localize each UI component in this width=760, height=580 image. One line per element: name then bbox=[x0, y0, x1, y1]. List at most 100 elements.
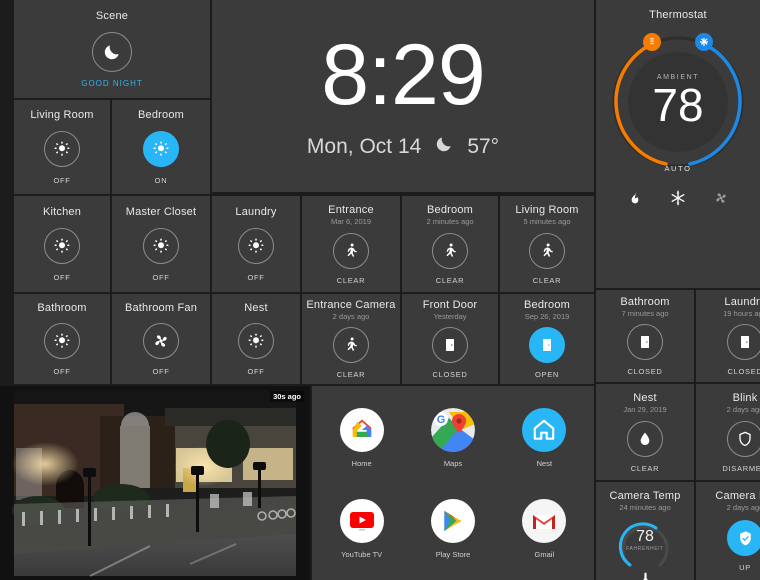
app-label: Home bbox=[351, 458, 372, 468]
fan-mode-icon[interactable] bbox=[713, 190, 729, 211]
app-shortcut-home[interactable]: Home bbox=[316, 392, 407, 483]
clock-time: 8:29 bbox=[321, 27, 485, 123]
shield-icon[interactable] bbox=[727, 420, 760, 457]
sensor-tile-bedroom-motion[interactable]: Bedroom 2 minutes ago CLEAR bbox=[402, 196, 498, 292]
sensor-tile-blink[interactable]: Blink 2 days ago DISARMED bbox=[696, 384, 760, 480]
light-tile-bedroom[interactable]: Bedroom ON bbox=[112, 100, 210, 194]
clock-meta: Mon, Oct 14 57° bbox=[307, 134, 499, 160]
door-icon[interactable] bbox=[727, 324, 760, 360]
light-tile-bathroom-fan[interactable]: Bathroom Fan OFF bbox=[112, 294, 210, 384]
tile-timestamp: Sep 26, 2019 bbox=[524, 312, 570, 321]
tile-state: CLEAR bbox=[532, 275, 562, 285]
door-icon[interactable] bbox=[627, 324, 663, 360]
tile-title: Nest bbox=[244, 302, 268, 314]
sensor-tile-entrance-camera[interactable]: Entrance Camera 2 days ago CLEAR bbox=[302, 294, 400, 384]
thermostat-title: Thermostat bbox=[649, 9, 707, 21]
temperature-gauge: 78 FAHRENHEIT bbox=[616, 516, 674, 574]
light-tile-kitchen[interactable]: Kitchen OFF bbox=[14, 196, 110, 292]
tile-timestamp: 24 minutes ago bbox=[619, 503, 671, 512]
fan-icon[interactable] bbox=[143, 323, 179, 359]
tile-state: CLEAR bbox=[336, 275, 366, 285]
light-icon[interactable] bbox=[238, 323, 274, 359]
tile-title: Bedroom bbox=[523, 299, 571, 311]
smart-home-dashboard: Scene GOOD NIGHT 8:29 Mon, Oct 14 57° Th… bbox=[0, 0, 760, 580]
tile-state: CLOSED bbox=[727, 367, 760, 376]
app-label: Gmail bbox=[534, 549, 555, 559]
gauge-value: 78 bbox=[636, 528, 654, 545]
gmail-icon bbox=[522, 498, 567, 543]
app-shortcut-gmail[interactable]: Gmail bbox=[499, 483, 590, 574]
camera-feed-tile[interactable]: 30s ago bbox=[0, 386, 310, 580]
light-tile-laundry[interactable]: Laundry OFF bbox=[212, 196, 300, 292]
heat-mode-icon[interactable] bbox=[627, 190, 643, 211]
cool-mode-icon[interactable] bbox=[670, 190, 686, 211]
tile-title: Camera Mo bbox=[715, 490, 760, 502]
gauge-unit: FAHRENHEIT bbox=[626, 546, 664, 552]
ambient-value: 78 bbox=[652, 79, 704, 132]
app-shortcut-maps[interactable]: G Maps bbox=[407, 392, 498, 483]
camera-monitor-tile[interactable]: Camera Mo 2 days ago UP bbox=[696, 482, 760, 580]
camera-temp-tile[interactable]: Camera Temp 24 minutes ago 78 FAHRENHEIT bbox=[596, 482, 694, 580]
motion-icon[interactable] bbox=[333, 327, 369, 363]
tile-title: Nest bbox=[633, 391, 657, 404]
tile-title: Living Room bbox=[515, 203, 579, 216]
thermostat-tile[interactable]: Thermostat AMBIENT 78 AUTO bbox=[596, 0, 760, 288]
sensor-tile-nest-protect[interactable]: Nest Jan 29, 2019 CLEAR bbox=[596, 384, 694, 480]
tile-state: CLEAR bbox=[630, 463, 660, 473]
tile-state: CLEAR bbox=[336, 370, 366, 379]
light-icon[interactable] bbox=[44, 323, 80, 359]
shield-check-icon[interactable] bbox=[727, 520, 760, 556]
sensor-tile-living-room-motion[interactable]: Living Room 5 minutes ago CLEAR bbox=[500, 196, 594, 292]
moon-icon bbox=[434, 134, 454, 160]
tile-title: Bathroom bbox=[37, 302, 87, 314]
sensor-tile-bathroom-door[interactable]: Bathroom 7 minutes ago CLOSED bbox=[596, 290, 694, 382]
tile-state: CLEAR bbox=[435, 275, 465, 285]
app-shortcut-youtube-tv[interactable]: YouTube TV bbox=[316, 483, 407, 574]
app-shortcuts-tile: Home G Maps Nest YouTube TV Play Store G… bbox=[312, 386, 594, 580]
motion-icon[interactable] bbox=[333, 232, 369, 269]
app-shortcut-nest[interactable]: Nest bbox=[499, 392, 590, 483]
tile-state: OFF bbox=[247, 273, 265, 282]
light-icon[interactable] bbox=[143, 131, 179, 167]
app-label: Play Store bbox=[435, 549, 471, 559]
scene-title: Scene bbox=[95, 10, 129, 22]
moon-icon[interactable] bbox=[92, 32, 132, 72]
app-label: Nest bbox=[536, 458, 553, 468]
tile-title: Laundry bbox=[235, 206, 277, 218]
tile-state: UP bbox=[739, 563, 751, 572]
door-icon[interactable] bbox=[529, 327, 565, 363]
water-drop-icon[interactable] bbox=[627, 420, 663, 457]
scene-tile[interactable]: Scene GOOD NIGHT bbox=[14, 0, 210, 98]
light-icon[interactable] bbox=[44, 131, 80, 167]
motion-icon[interactable] bbox=[432, 232, 468, 269]
tile-title: Master Closet bbox=[125, 206, 197, 218]
clock-date: Mon, Oct 14 bbox=[306, 135, 422, 158]
sensor-tile-front-door[interactable]: Front Door Yesterday CLOSED bbox=[402, 294, 498, 384]
light-tile-master-closet[interactable]: Master Closet OFF bbox=[112, 196, 210, 292]
sensor-tile-laundry-door[interactable]: Laundry 19 hours ago CLOSED bbox=[696, 290, 760, 382]
app-label: Maps bbox=[443, 458, 463, 468]
tile-state: OFF bbox=[247, 367, 265, 376]
thermostat-dial[interactable]: AMBIENT 78 AUTO bbox=[606, 30, 750, 174]
light-tile-living-room[interactable]: Living Room OFF bbox=[14, 100, 110, 194]
app-label: YouTube TV bbox=[341, 549, 383, 559]
light-icon[interactable] bbox=[238, 228, 274, 264]
motion-icon[interactable] bbox=[529, 232, 565, 269]
clock-temperature: 57° bbox=[467, 135, 500, 158]
gauge-readout: 78 FAHRENHEIT bbox=[616, 528, 674, 553]
google-maps-icon: G bbox=[430, 407, 475, 452]
light-tile-bathroom[interactable]: Bathroom OFF bbox=[14, 294, 110, 384]
tile-state: CLOSED bbox=[432, 370, 468, 379]
sensor-tile-entrance[interactable]: Entrance Mar 6, 2019 CLEAR bbox=[302, 196, 400, 292]
door-icon[interactable] bbox=[432, 327, 468, 363]
light-tile-nest[interactable]: Nest OFF bbox=[212, 294, 300, 384]
tile-title: Bedroom bbox=[137, 109, 185, 121]
light-icon[interactable] bbox=[143, 228, 179, 264]
tile-timestamp: 2 days ago bbox=[332, 312, 370, 321]
app-shortcut-play-store[interactable]: Play Store bbox=[407, 483, 498, 574]
light-icon[interactable] bbox=[44, 228, 80, 264]
youtube-tv-icon bbox=[339, 498, 384, 543]
sensor-tile-bedroom-door[interactable]: Bedroom Sep 26, 2019 OPEN bbox=[500, 294, 594, 384]
tile-title: Entrance bbox=[328, 203, 374, 216]
tile-title: Bathroom bbox=[620, 296, 670, 308]
